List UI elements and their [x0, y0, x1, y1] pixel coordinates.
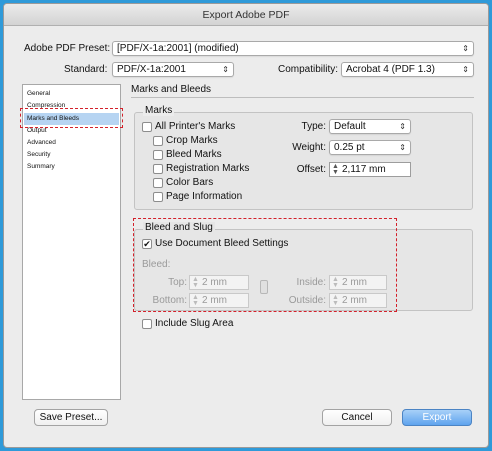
offset-field[interactable]: ▲ ▼ 2,117 mm — [329, 162, 411, 177]
save-preset-button[interactable]: Save Preset... — [34, 409, 108, 426]
standard-select[interactable]: PDF/X-1a:2001 ⇕ — [112, 62, 234, 77]
sidebar-item-summary[interactable]: Summary — [24, 161, 119, 173]
type-value: Default — [334, 121, 366, 132]
window-title: Export Adobe PDF — [4, 4, 488, 26]
sidebar-item-security[interactable]: Security — [24, 149, 119, 161]
weight-value: 0.25 pt — [334, 142, 365, 153]
standard-label: Standard: — [64, 64, 108, 75]
registration-marks-checkbox[interactable] — [153, 164, 163, 174]
compatibility-value: Acrobat 4 (PDF 1.3) — [346, 64, 435, 75]
page-title: Marks and Bleeds — [131, 84, 212, 95]
preset-select[interactable]: [PDF/X-1a:2001] (modified) ⇕ — [112, 41, 474, 56]
stepper-icon[interactable]: ▲ ▼ — [331, 163, 340, 176]
preset-label: Adobe PDF Preset: — [24, 43, 111, 54]
color-bars-label: Color Bars — [166, 177, 214, 188]
page-information-checkbox[interactable] — [153, 192, 163, 202]
all-printers-marks-checkbox[interactable] — [142, 122, 152, 132]
bleed-marks-checkbox[interactable] — [153, 150, 163, 160]
page-information-label: Page Information — [166, 191, 243, 202]
bleed-highlight-box — [133, 218, 397, 312]
preset-value: [PDF/X-1a:2001] (modified) — [117, 43, 239, 54]
type-label: Type: — [301, 121, 326, 132]
chevron-updown-icon: ⇕ — [462, 44, 469, 53]
marks-group-title: Marks — [143, 105, 175, 116]
title-divider — [131, 97, 474, 98]
chevron-updown-icon: ⇕ — [399, 122, 406, 131]
crop-marks-checkbox[interactable] — [153, 136, 163, 146]
color-bars-checkbox[interactable] — [153, 178, 163, 188]
chevron-updown-icon: ⇕ — [399, 143, 406, 152]
chevron-updown-icon: ⇕ — [222, 65, 229, 74]
include-slug-checkbox[interactable] — [142, 319, 152, 329]
sidebar-highlight-box — [20, 108, 123, 128]
compatibility-select[interactable]: Acrobat 4 (PDF 1.3) ⇕ — [341, 62, 474, 77]
export-pdf-dialog: Export Adobe PDF Adobe PDF Preset: [PDF/… — [3, 3, 489, 448]
standard-value: PDF/X-1a:2001 — [117, 64, 186, 75]
compatibility-label: Compatibility: — [278, 64, 339, 75]
chevron-updown-icon: ⇕ — [462, 65, 469, 74]
export-button[interactable]: Export — [402, 409, 472, 426]
offset-value: 2,117 mm — [342, 164, 386, 175]
sidebar-item-advanced[interactable]: Advanced — [24, 137, 119, 149]
type-select[interactable]: Default ⇕ — [329, 119, 411, 134]
cancel-button[interactable]: Cancel — [322, 409, 392, 426]
include-slug-label: Include Slug Area — [155, 318, 234, 329]
sidebar-item-general[interactable]: General — [24, 88, 119, 100]
bleed-marks-label: Bleed Marks — [166, 149, 222, 160]
offset-label: Offset: — [296, 164, 326, 175]
sidebar: General Compression Marks and Bleeds Out… — [22, 84, 121, 400]
weight-select[interactable]: 0.25 pt ⇕ — [329, 140, 411, 155]
all-printers-marks-label: All Printer's Marks — [155, 121, 236, 132]
crop-marks-label: Crop Marks — [166, 135, 218, 146]
registration-marks-label: Registration Marks — [166, 163, 250, 174]
weight-label: Weight: — [292, 142, 326, 153]
